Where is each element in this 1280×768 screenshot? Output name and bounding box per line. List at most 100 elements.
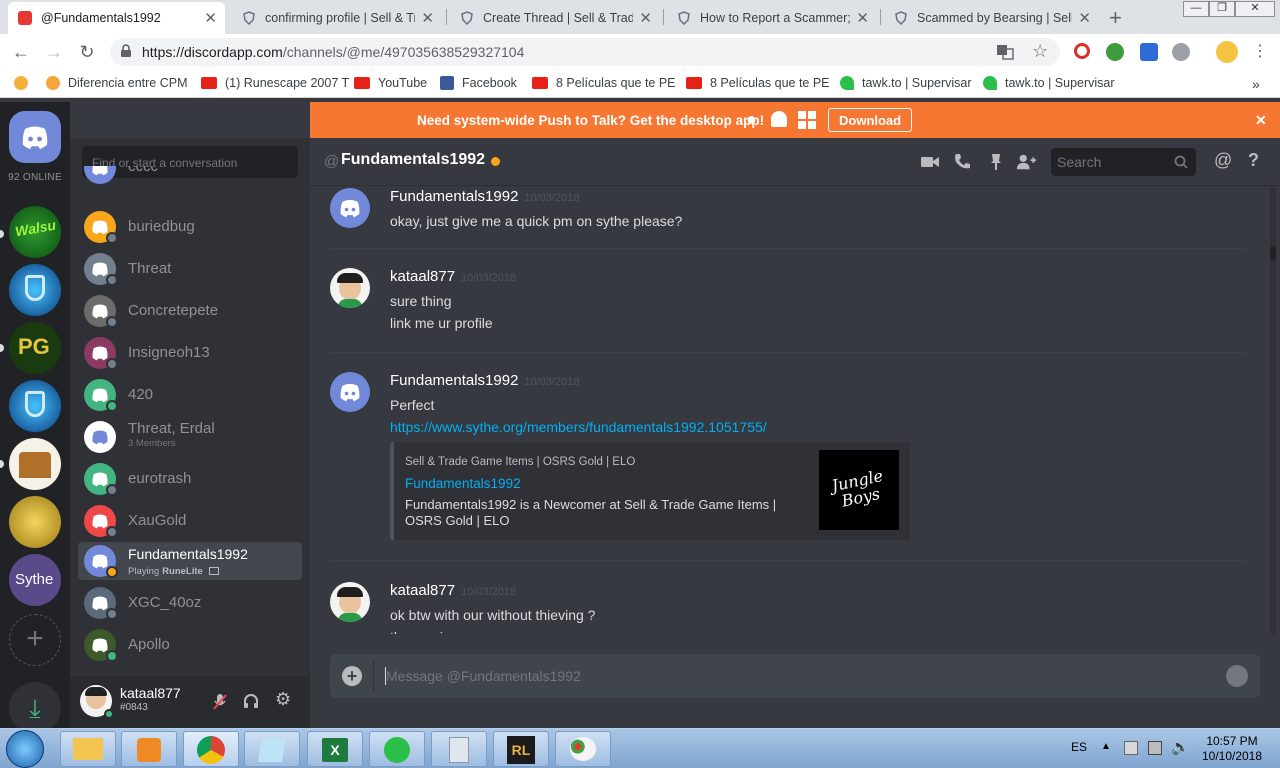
dm-item[interactable]: eurotrash bbox=[78, 460, 302, 498]
scrollbar-thumb[interactable] bbox=[1270, 246, 1276, 260]
menu-kebab-icon[interactable]: ⋮ bbox=[1249, 41, 1271, 63]
chat-search-input[interactable]: Search bbox=[1051, 148, 1196, 176]
download-button[interactable]: Download bbox=[828, 108, 913, 132]
tab-close-icon[interactable]: ✕ bbox=[639, 9, 652, 27]
add-friend-icon[interactable] bbox=[1016, 152, 1036, 172]
bookmark-item[interactable]: YouTube bbox=[354, 76, 427, 90]
extension-square-icon[interactable] bbox=[1140, 43, 1158, 61]
tab-close-icon[interactable]: ✕ bbox=[1078, 9, 1091, 27]
embed-title[interactable]: Fundamentals1992 bbox=[405, 476, 521, 491]
profile-avatar[interactable] bbox=[1216, 41, 1238, 63]
message-author[interactable]: Fundamentals1992 bbox=[390, 372, 518, 389]
dm-item[interactable]: XauGold bbox=[78, 502, 302, 540]
rich-presence-icon[interactable] bbox=[208, 567, 219, 576]
ghostery-icon[interactable] bbox=[1172, 43, 1190, 61]
taskbar-excel[interactable]: X bbox=[307, 731, 363, 767]
volume-icon[interactable]: 🔈 bbox=[1171, 738, 1190, 756]
message-avatar[interactable] bbox=[330, 268, 370, 308]
dm-item[interactable]: Threat, Erdal 3 Members bbox=[78, 418, 302, 456]
bookmark-item[interactable]: tawk.to | Supervisar bbox=[983, 76, 1115, 90]
embed-thumbnail[interactable]: Jungle Boys bbox=[819, 450, 899, 530]
message-link[interactable]: https://www.sythe.org/members/fundamenta… bbox=[390, 419, 767, 435]
mute-mic-icon[interactable] bbox=[213, 693, 227, 711]
server-sythe[interactable]: Sythe bbox=[9, 554, 61, 606]
taskbar-runelite[interactable]: RL bbox=[493, 731, 549, 767]
tab-sythe-1[interactable]: confirming profile | Sell & Tra ✕ bbox=[232, 2, 442, 34]
tab-sythe-4[interactable]: Scammed by Bearsing | Sell ✕ bbox=[884, 2, 1099, 34]
upload-plus-button[interactable]: + bbox=[342, 666, 362, 686]
extension-globe-icon[interactable] bbox=[1106, 43, 1124, 61]
maximize-button[interactable]: ❐ bbox=[1209, 1, 1235, 17]
message-avatar[interactable] bbox=[330, 372, 370, 412]
message-scrollbar[interactable] bbox=[1270, 186, 1276, 634]
message-author[interactable]: kataal877 bbox=[390, 268, 455, 285]
tab-sythe-2[interactable]: Create Thread | Sell & Trade ✕ bbox=[450, 2, 660, 34]
server-walsu-gold[interactable]: Walsu bbox=[9, 206, 61, 258]
dm-item[interactable]: cccc bbox=[78, 166, 302, 188]
taskbar-notepad[interactable] bbox=[244, 731, 300, 767]
server-pg[interactable]: PG bbox=[9, 322, 61, 374]
pin-icon[interactable] bbox=[986, 152, 1006, 172]
taskbar-tawk[interactable] bbox=[369, 731, 425, 767]
emoji-picker-icon[interactable] bbox=[1226, 665, 1248, 687]
taskbar-paint[interactable] bbox=[555, 731, 611, 767]
download-apps-button[interactable]: ⤓ bbox=[9, 682, 61, 734]
bookmark-apps[interactable] bbox=[14, 76, 36, 90]
help-icon[interactable]: ? bbox=[1248, 150, 1259, 171]
tab-close-icon[interactable]: ✕ bbox=[856, 9, 869, 27]
translate-icon[interactable] bbox=[996, 44, 1014, 60]
bookmarks-overflow-icon[interactable]: » bbox=[1252, 76, 1260, 92]
taskbar-explorer[interactable] bbox=[60, 731, 116, 767]
dm-item[interactable]: buriedbug bbox=[78, 208, 302, 246]
add-server-button[interactable]: + bbox=[9, 614, 61, 666]
message-author[interactable]: Fundamentals1992 bbox=[390, 188, 518, 205]
tab-discord[interactable]: @Fundamentals1992 ✕ bbox=[8, 2, 225, 34]
bookmark-item[interactable]: Facebook bbox=[440, 76, 517, 90]
discord-home-button[interactable] bbox=[9, 111, 61, 163]
voice-call-icon[interactable] bbox=[952, 152, 972, 172]
bookmark-star-icon[interactable]: ☆ bbox=[1032, 41, 1048, 62]
forward-icon[interactable]: → bbox=[43, 41, 65, 63]
dm-item[interactable]: 420 bbox=[78, 376, 302, 414]
dm-item[interactable]: Threat bbox=[78, 250, 302, 288]
bookmark-item[interactable]: Diferencia entre CPM bbox=[46, 76, 188, 90]
bookmark-item[interactable]: 8 Películas que te PE bbox=[532, 76, 676, 90]
server-p-shield[interactable] bbox=[9, 264, 61, 316]
message-avatar[interactable] bbox=[330, 582, 370, 622]
banner-close-icon[interactable]: ✕ bbox=[1255, 112, 1267, 129]
message-avatar[interactable] bbox=[330, 188, 370, 228]
system-clock[interactable]: 10:57 PM 10/10/2018 bbox=[1190, 734, 1274, 764]
back-icon[interactable]: ← bbox=[10, 41, 32, 63]
start-button[interactable] bbox=[6, 730, 44, 768]
tab-sythe-3[interactable]: How to Report a Scammer; R ✕ bbox=[667, 2, 877, 34]
taskbar-chrome[interactable] bbox=[183, 731, 239, 767]
server-hut[interactable] bbox=[9, 438, 61, 490]
bookmark-item[interactable]: tawk.to | Supervisar bbox=[840, 76, 972, 90]
opera-extension-icon[interactable] bbox=[1074, 43, 1090, 59]
tab-close-icon[interactable]: ✕ bbox=[421, 9, 434, 27]
dm-item[interactable]: Concretepete bbox=[78, 292, 302, 330]
mentions-icon[interactable]: @ bbox=[1214, 150, 1232, 171]
address-bar[interactable]: https://discordapp.com/channels/@me/4970… bbox=[110, 38, 1060, 66]
action-center-icon[interactable] bbox=[1124, 741, 1138, 755]
dm-item[interactable]: XGC_40oz bbox=[78, 584, 302, 622]
bookmark-item[interactable]: 8 Películas que te PE bbox=[686, 76, 830, 90]
message-input[interactable]: Message @Fundamentals1992 bbox=[386, 668, 581, 684]
tray-expand-icon[interactable]: ▲ bbox=[1101, 741, 1111, 752]
headphones-icon[interactable] bbox=[243, 693, 259, 709]
server-cp-shield[interactable] bbox=[9, 380, 61, 432]
tab-close-icon[interactable]: ✕ bbox=[204, 9, 217, 27]
minimize-button[interactable]: — bbox=[1183, 1, 1209, 17]
dm-item[interactable]: Insigneoh13 bbox=[78, 334, 302, 372]
settings-gear-icon[interactable]: ⚙ bbox=[275, 689, 291, 710]
taskbar-media-player[interactable] bbox=[121, 731, 177, 767]
bookmark-item[interactable]: (1) Runescape 2007 T bbox=[201, 76, 349, 90]
network-icon[interactable] bbox=[1148, 741, 1162, 755]
new-tab-button[interactable]: + bbox=[1109, 5, 1122, 31]
language-indicator[interactable]: ES bbox=[1071, 740, 1087, 754]
dm-item[interactable]: Fundamentals1992 Playing RuneLite bbox=[78, 542, 302, 580]
dm-item[interactable]: Apollo bbox=[78, 626, 302, 664]
message-author[interactable]: kataal877 bbox=[390, 582, 455, 599]
video-call-icon[interactable] bbox=[920, 152, 940, 172]
server-gold-coins[interactable] bbox=[9, 496, 61, 548]
